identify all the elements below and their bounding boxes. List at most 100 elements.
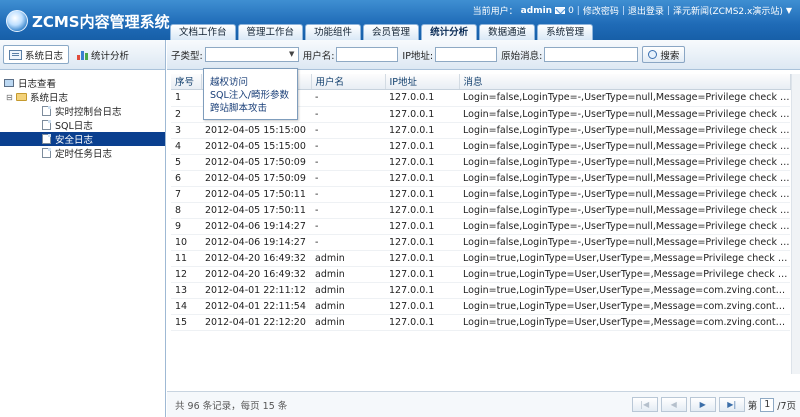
tree-node-security-log[interactable]: 安全日志: [0, 132, 165, 146]
current-username: admin: [520, 5, 553, 16]
tree-node-label: 安全日志: [55, 135, 94, 146]
ip-input[interactable]: [435, 47, 498, 62]
mail-icon[interactable]: [555, 7, 566, 14]
cell-no: 12: [171, 266, 201, 283]
cell-time: 2012-04-01 22:12:20: [201, 314, 311, 331]
tree-node-label: 系统日志: [30, 93, 69, 104]
left-tab-label: 系统日志: [25, 50, 64, 62]
table-row[interactable]: 14 2012-04-01 22:11:54 admin 127.0.0.1 Login…: [171, 298, 790, 315]
cell-ip: 127.0.0.1: [385, 234, 459, 251]
mail-count[interactable]: 0: [568, 6, 574, 16]
left-tab-statistics[interactable]: 统计分析: [72, 45, 134, 64]
nav-tab-components[interactable]: 功能组件: [305, 24, 362, 40]
table-row[interactable]: 4 2012-04-05 15:15:00-127.0.0.1 Login=fals…: [171, 138, 790, 155]
column-header-username[interactable]: 用户名: [311, 74, 386, 90]
column-header-ip[interactable]: IP地址: [385, 74, 460, 90]
cell-message: Login=true,LoginType=User,UserType=,Mess…: [459, 250, 790, 267]
cell-no: 11: [171, 250, 201, 267]
table-row[interactable]: 5 2012-04-05 17:50:09-127.0.0.1 Login=fals…: [171, 154, 790, 171]
cell-username: -: [311, 234, 385, 251]
column-header-no[interactable]: 序号: [171, 74, 202, 90]
cell-message: Login=false,LoginType=-,UserType=null,Me…: [459, 234, 790, 251]
subtype-option-xss[interactable]: 跨站脚本攻击: [210, 100, 297, 114]
tree-node-label: 实时控制台日志: [55, 107, 122, 118]
table-row[interactable]: 7 2012-04-05 17:50:11-127.0.0.1 Login=fals…: [171, 186, 790, 203]
tree-node-sql-log[interactable]: SQL日志: [0, 118, 165, 132]
table-row[interactable]: 6 2012-04-05 17:50:09-127.0.0.1 Login=fals…: [171, 170, 790, 187]
cell-ip: 127.0.0.1: [385, 170, 459, 187]
app-header: ZCMS内容管理系统 当前用户： admin 0 | 修改密码 | 退出登录 |…: [0, 0, 800, 41]
change-password-link[interactable]: 修改密码: [583, 4, 619, 17]
vertical-scrollbar[interactable]: [791, 74, 800, 374]
cell-ip: 127.0.0.1: [385, 202, 459, 219]
tree-node-system-log[interactable]: ⊟ 系统日志: [0, 90, 165, 105]
left-tab-label: 统计分析: [91, 50, 130, 62]
chevron-down-icon[interactable]: ▼: [786, 6, 792, 15]
cell-ip: 127.0.0.1: [385, 89, 459, 107]
cell-message: Login=false,LoginType=-,UserType=null,Me…: [459, 202, 790, 219]
table-row[interactable]: 12 2012-04-20 16:49:32 admin 127.0.0.1 Login…: [171, 266, 790, 283]
search-icon: [648, 50, 658, 59]
tree-node-root[interactable]: 日志查看: [0, 76, 165, 90]
nav-tab-document[interactable]: 文档工作台: [170, 24, 236, 40]
cell-username: -: [311, 154, 385, 171]
message-input[interactable]: [544, 47, 639, 62]
table-row[interactable]: 11 2012-04-20 16:49:32 admin 127.0.0.1 Login…: [171, 250, 790, 267]
filter-toolbar: 子类型: ▼ 用户名: IP地址: 原始消息: 搜索: [167, 40, 800, 70]
nav-tab-data-channel[interactable]: 数据通道: [479, 24, 536, 40]
cell-no: 14: [171, 298, 201, 315]
username-label: 用户名:: [302, 50, 335, 62]
cell-time: 2012-04-05 17:50:11: [201, 202, 311, 219]
computer-icon: [4, 79, 14, 87]
cell-username: -: [311, 170, 385, 187]
cell-message: Login=false,LoginType=-,UserType=null,Me…: [459, 154, 790, 171]
user-bar: 当前用户： admin 0 | 修改密码 | 退出登录 | 泽元新闻(ZCMS2…: [472, 4, 792, 18]
tree-node-console-log[interactable]: 实时控制台日志: [0, 104, 165, 118]
subtype-option-sql-injection[interactable]: SQL注入/畸形参数: [210, 87, 297, 101]
left-tabs: 系统日志 统计分析: [0, 40, 165, 70]
cell-message: Login=true,LoginType=User,UserType=,Mess…: [459, 298, 790, 315]
chevron-down-icon[interactable]: ▼: [286, 48, 298, 61]
column-header-message[interactable]: 消息: [459, 74, 791, 90]
subtype-option-unauthorized-access[interactable]: 越权访问: [210, 74, 297, 88]
table-row[interactable]: 15 2012-04-01 22:12:20 admin 127.0.0.1 Login…: [171, 314, 790, 331]
nav-tab-management[interactable]: 管理工作台: [237, 24, 304, 40]
collapse-icon[interactable]: ⊟: [6, 93, 14, 102]
table-row[interactable]: 13 2012-04-01 22:11:12 admin 127.0.0.1 Login…: [171, 282, 790, 299]
cell-message: Login=false,LoginType=-,UserType=null,Me…: [459, 138, 790, 155]
cell-ip: 127.0.0.1: [385, 282, 459, 299]
cell-message: Login=true,LoginType=User,UserType=,Mess…: [459, 282, 790, 299]
table-footer: 共 96 条记录，每页 15 条 |◀ ◀ ▶ ▶| 第 1 /7页: [167, 391, 800, 417]
username-input[interactable]: [336, 47, 399, 62]
cell-message: Login=true,LoginType=User,UserType=,Mess…: [459, 266, 790, 283]
cell-time: 2012-04-20 16:49:32: [201, 266, 311, 283]
nav-tab-statistics[interactable]: 统计分析: [421, 24, 478, 41]
prev-page-icon[interactable]: ◀: [660, 397, 687, 412]
cell-no: 8: [171, 202, 201, 219]
page-icon: [42, 134, 51, 144]
table-row[interactable]: 3 2012-04-05 15:15:00-127.0.0.1 Login=fals…: [171, 122, 790, 139]
cell-time: 2012-04-01 22:11:54: [201, 298, 311, 315]
table-row[interactable]: 9 2012-04-06 19:14:27-127.0.0.1 Login=fals…: [171, 218, 790, 235]
log-tree: 日志查看 ⊟ 系统日志 实时控制台日志 SQL日志 安全日志 定时任务日志: [0, 70, 165, 160]
nav-tab-members[interactable]: 会员管理: [363, 24, 420, 40]
last-page-icon[interactable]: ▶|: [718, 397, 745, 412]
search-button[interactable]: 搜索: [642, 46, 686, 63]
site-selector[interactable]: 泽元新闻(ZCMS2.x演示站): [673, 4, 783, 17]
subtype-select[interactable]: ▼: [204, 47, 299, 62]
app-name: ZCMS内容管理系统: [32, 12, 170, 31]
next-page-icon[interactable]: ▶: [689, 397, 716, 412]
cell-message: Login=false,LoginType=-,UserType=null,Me…: [459, 218, 790, 235]
cell-time: 2012-04-05 17:50:11: [201, 186, 311, 203]
table-row[interactable]: 8 2012-04-05 17:50:11-127.0.0.1 Login=fals…: [171, 202, 790, 219]
left-tab-system-log[interactable]: 系统日志: [3, 45, 70, 64]
table-row[interactable]: 10 2012-04-06 19:14:27-127.0.0.1 Login=fal…: [171, 234, 790, 251]
first-page-icon[interactable]: |◀: [631, 397, 658, 412]
logout-link[interactable]: 退出登录: [628, 4, 664, 17]
tree-node-scheduled-task-log[interactable]: 定时任务日志: [0, 146, 165, 160]
cell-no: 4: [171, 138, 201, 155]
nav-tab-system[interactable]: 系统管理: [537, 24, 594, 40]
ip-label: IP地址:: [402, 50, 434, 62]
cell-message: Login=true,LoginType=User,UserType=,Mess…: [459, 314, 790, 331]
page-number-input[interactable]: 1: [760, 397, 775, 412]
